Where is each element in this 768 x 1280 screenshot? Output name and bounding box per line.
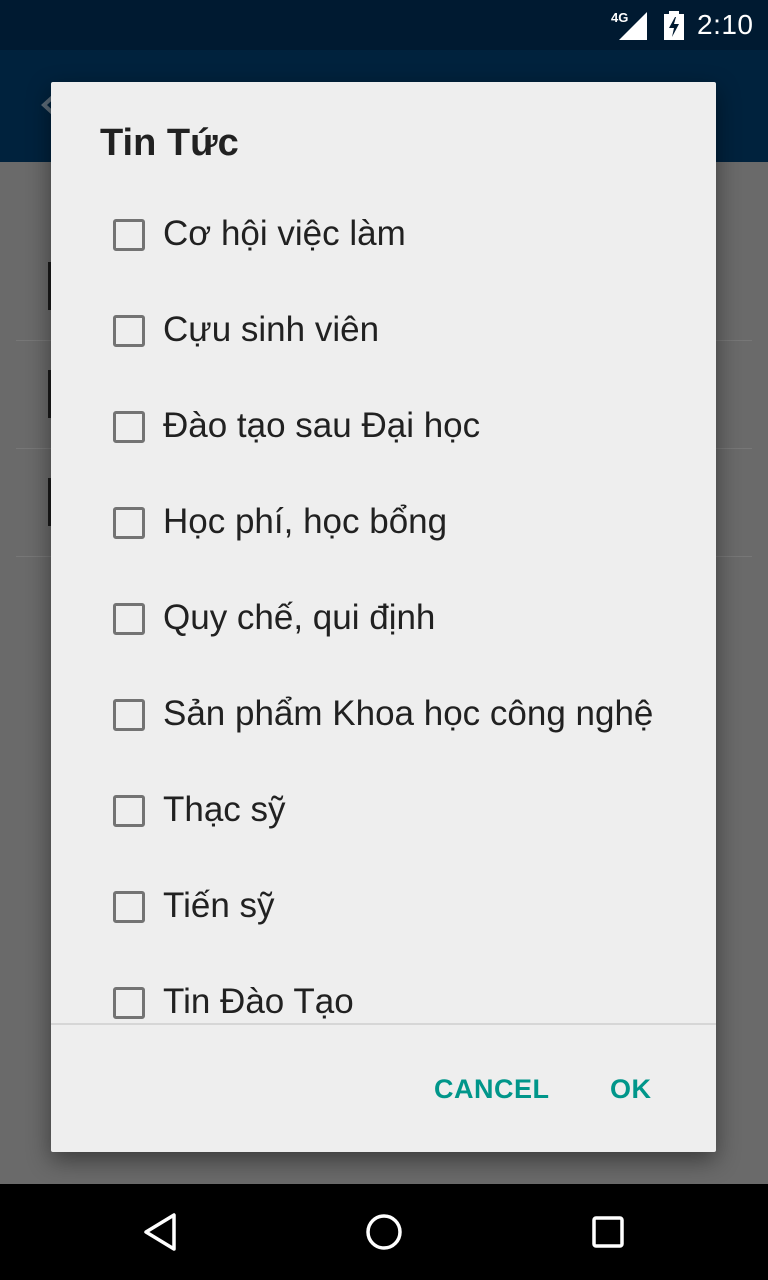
ok-button[interactable]: OK xyxy=(610,1074,652,1105)
option-label: Thạc sỹ xyxy=(163,790,286,829)
recents-square-icon[interactable] xyxy=(586,1210,630,1254)
option-label: Cựu sinh viên xyxy=(163,310,380,349)
battery-charging-icon xyxy=(664,11,684,40)
option-item[interactable]: Tiến sỹ xyxy=(51,862,716,958)
option-item[interactable]: Cựu sinh viên xyxy=(51,286,716,382)
option-item[interactable]: Quy chế, qui định xyxy=(51,574,716,670)
option-label: Đào tạo sau Đại học xyxy=(163,406,481,445)
option-label: Học phí, học bổng xyxy=(163,502,448,541)
options-list[interactable]: Cơ hội việc làm Cựu sinh viên Đào tạo sa… xyxy=(51,190,716,1023)
checkbox[interactable] xyxy=(113,315,145,347)
option-label: Tin Đào Tạo xyxy=(163,982,354,1021)
option-label: Quy chế, qui định xyxy=(163,598,436,637)
multi-choice-dialog: Tin Tức Cơ hội việc làm Cựu sinh viên Đà… xyxy=(51,82,716,1152)
navigation-bar xyxy=(0,1184,768,1280)
checkbox[interactable] xyxy=(113,219,145,251)
checkbox[interactable] xyxy=(113,507,145,539)
checkbox[interactable] xyxy=(113,891,145,923)
dialog-title: Tin Tức xyxy=(100,122,239,164)
back-triangle-icon[interactable] xyxy=(138,1210,182,1254)
signal-icon xyxy=(619,12,647,40)
option-item[interactable]: Cơ hội việc làm xyxy=(51,190,716,286)
option-item[interactable]: Sản phẩm Khoa học công nghệ xyxy=(51,670,716,766)
status-bar: 4G 2:10 xyxy=(0,0,768,50)
dialog-divider xyxy=(51,1023,716,1025)
option-item[interactable]: Học phí, học bổng xyxy=(51,478,716,574)
checkbox[interactable] xyxy=(113,987,145,1019)
checkbox[interactable] xyxy=(113,795,145,827)
checkbox[interactable] xyxy=(113,603,145,635)
option-label: Cơ hội việc làm xyxy=(163,214,406,253)
home-circle-icon[interactable] xyxy=(362,1210,406,1254)
option-item[interactable]: Tin Đào Tạo xyxy=(51,958,716,1023)
checkbox[interactable] xyxy=(113,699,145,731)
cancel-button[interactable]: CANCEL xyxy=(434,1074,550,1105)
checkbox[interactable] xyxy=(113,411,145,443)
option-label: Tiến sỹ xyxy=(163,886,275,925)
option-label: Sản phẩm Khoa học công nghệ xyxy=(163,694,654,733)
clock: 2:10 xyxy=(697,9,754,40)
option-item[interactable]: Thạc sỹ xyxy=(51,766,716,862)
option-item[interactable]: Đào tạo sau Đại học xyxy=(51,382,716,478)
